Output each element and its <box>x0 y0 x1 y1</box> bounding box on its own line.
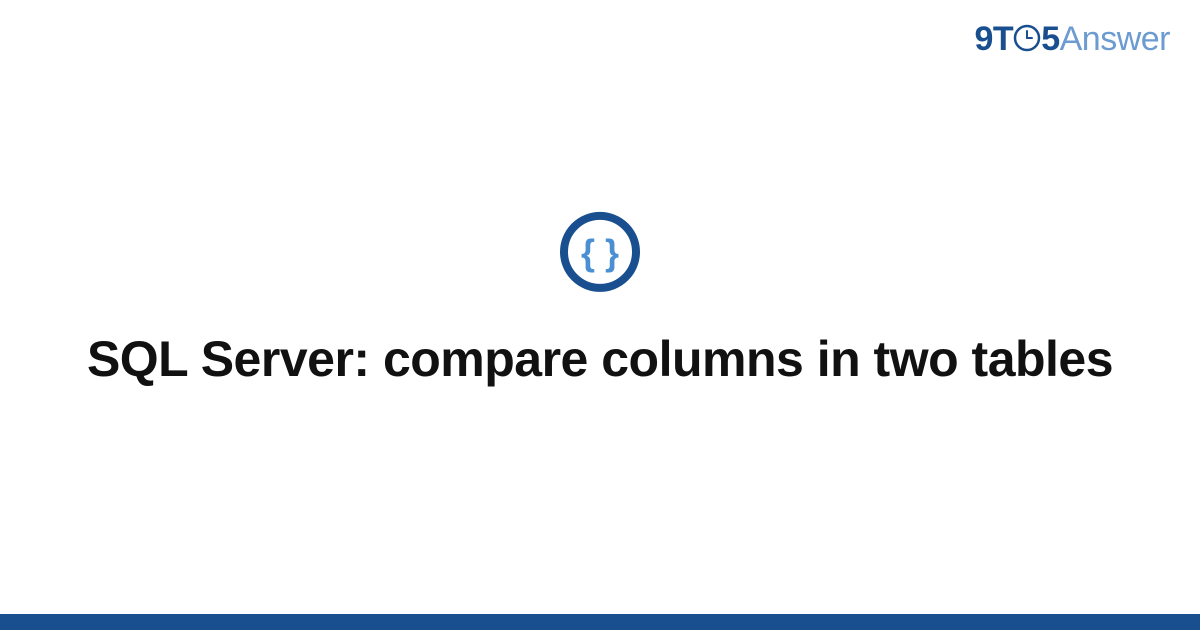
main-content: { } SQL Server: compare columns in two t… <box>0 211 1200 391</box>
site-logo: 9T 5Answer <box>975 20 1170 59</box>
logo-clock-icon <box>1013 24 1041 52</box>
logo-text-5: 5 <box>1041 20 1059 58</box>
curly-braces-icon: { } <box>559 211 641 293</box>
logo-text-9t: 9T <box>975 20 1014 58</box>
page-title: SQL Server: compare columns in two table… <box>0 328 1200 391</box>
logo-text-answer: Answer <box>1060 20 1170 58</box>
footer-bar <box>0 614 1200 630</box>
svg-text:{ }: { } <box>581 232 619 273</box>
